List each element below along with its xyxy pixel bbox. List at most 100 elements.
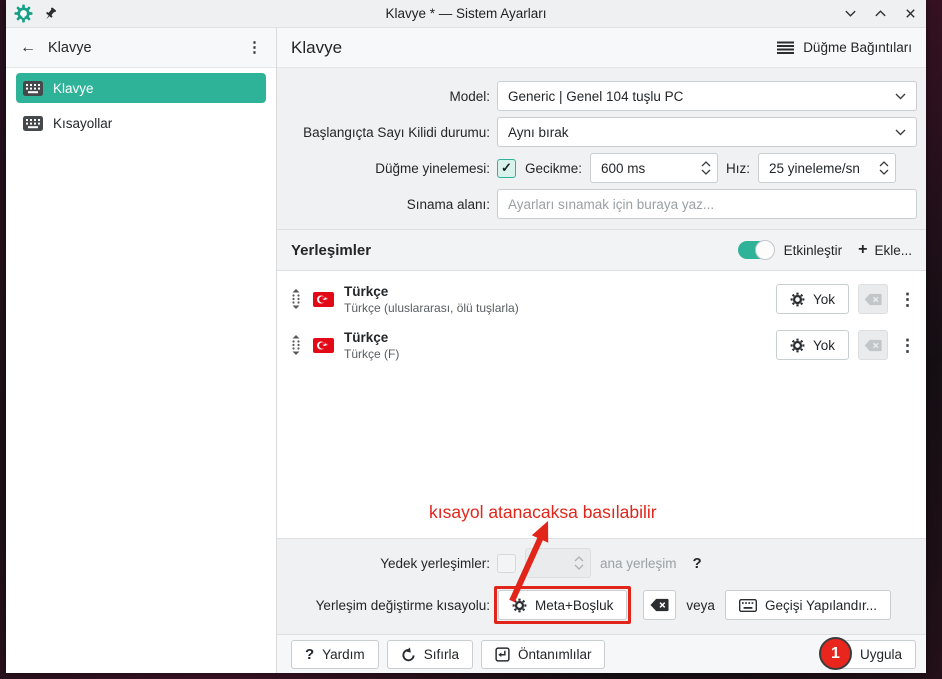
sidebar-menu-icon[interactable]: ⋮ (247, 40, 262, 55)
keyboard-icon (23, 115, 43, 131)
spare-count-spinbox (525, 548, 591, 578)
add-layout-button[interactable]: + Ekle... (858, 242, 912, 258)
close-icon[interactable] (902, 6, 918, 22)
numlock-value: Aynı bırak (508, 124, 569, 140)
spinner-arrows-icon[interactable] (873, 161, 889, 175)
reset-label: Sıfırla (423, 646, 459, 662)
sidebar-item-klavye[interactable]: Klavye (16, 73, 266, 103)
configure-switching-button[interactable]: Geçişi Yapılandır... (724, 590, 892, 620)
test-area-input[interactable] (497, 189, 917, 219)
switch-shortcut-row: Yerleşim değiştirme kısayolu: Meta+Boşlu… (277, 586, 926, 624)
rate-spinbox[interactable]: 25 yineleme/sn (758, 153, 897, 183)
back-arrow-icon[interactable]: ← (20, 39, 36, 57)
rate-value: 25 yineleme/sn (769, 160, 860, 176)
delay-value: 600 ms (601, 160, 646, 176)
system-settings-window: Klavye * — Sistem Ayarları ← Klavye ⋮ Kl… (6, 0, 926, 673)
main-layout-suffix: ana yerleşim (600, 555, 677, 571)
layout-name: Türkçe (344, 283, 389, 299)
main-header: Klavye Düğme Bağıntıları (277, 28, 926, 68)
layouts-list: Türkçe Türkçe (uluslararası, ölü tuşlarl… (277, 271, 926, 538)
spare-layouts-row: Yedek yerleşimler: ana yerleşim ? (277, 548, 926, 578)
turkish-flag-icon (313, 291, 334, 307)
question-icon: ? (305, 645, 315, 663)
layouts-enable-toggle[interactable] (737, 240, 775, 260)
layout-row-turkce-f: Türkçe Türkçe (F) Yok ⋮ (289, 322, 916, 368)
sidebar-title: Klavye (48, 39, 92, 56)
layout-variant: Türkçe (uluslararası, ölü tuşlarla) (344, 300, 519, 315)
add-label: Ekle... (874, 242, 912, 258)
row-menu-icon[interactable]: ⋮ (899, 291, 916, 308)
sidebar-item-kisayollar[interactable]: Kısayollar (16, 108, 266, 138)
chevron-down-icon (895, 129, 906, 136)
spare-layouts-checkbox[interactable] (497, 553, 516, 573)
minimize-icon[interactable] (842, 6, 858, 22)
numlock-combobox[interactable]: Aynı bırak (497, 117, 917, 147)
page-title: Klavye (291, 37, 343, 57)
defaults-icon (495, 646, 510, 662)
drag-handle-icon[interactable] (289, 288, 303, 310)
configure-switching-label: Geçişi Yapılandır... (764, 597, 878, 613)
button-mappings-label: Düğme Bağıntıları (803, 40, 912, 55)
layout-shortcut-button[interactable]: Yok (775, 284, 849, 314)
sidebar-item-label: Klavye (53, 80, 94, 96)
chevron-down-icon (895, 93, 906, 100)
help-button[interactable]: ? Yardım (291, 639, 379, 669)
spinner-arrows-icon[interactable] (695, 161, 711, 175)
layout-name: Türkçe (344, 329, 389, 345)
keyboard-icon (738, 598, 757, 612)
layout-shortcut-label: Yok (812, 291, 835, 307)
main-panel: Klavye Düğme Bağıntıları Model: Generic … (277, 28, 926, 673)
delay-spinbox[interactable]: 600 ms (590, 153, 719, 183)
annotation-text: kısayol atanacaksa basılabilir (429, 502, 657, 522)
button-mappings-button[interactable]: Düğme Bağıntıları (777, 40, 912, 55)
switch-shortcut-label: Yerleşim değiştirme kısayolu: (315, 597, 490, 613)
or-label: veya (686, 597, 715, 613)
clear-shortcut-button (858, 330, 888, 360)
model-value: Generic | Genel 104 tuşlu PC (508, 88, 684, 104)
help-label: Yardım (322, 646, 365, 662)
defaults-button[interactable]: Öntanımlılar (480, 639, 606, 669)
app-icon (14, 4, 33, 23)
window-title: Klavye * — Sistem Ayarları (385, 6, 547, 21)
gear-icon (790, 292, 805, 307)
layout-shortcut-label: Yok (812, 337, 835, 353)
spinner-arrows-icon (568, 556, 584, 570)
layouts-title: Yerleşimler (291, 241, 372, 259)
pin-icon[interactable] (43, 7, 57, 21)
key-repeat-label: Düğme yinelemesi: (375, 160, 490, 176)
titlebar: Klavye * — Sistem Ayarları (6, 0, 926, 28)
sidebar: ← Klavye ⋮ Klavye Kısayollar (6, 28, 277, 673)
numlock-label: Başlangıçta Sayı Kilidi durumu: (303, 124, 490, 140)
switch-shortcut-value: Meta+Boşluk (535, 597, 614, 613)
gear-icon (512, 598, 527, 613)
reset-button[interactable]: Sıfırla (386, 639, 473, 669)
switch-shortcut-button[interactable]: Meta+Boşluk (498, 590, 628, 620)
model-combobox[interactable]: Generic | Genel 104 tuşlu PC (497, 81, 917, 111)
clear-switch-shortcut-button[interactable] (643, 590, 677, 620)
clear-shortcut-button (858, 284, 888, 314)
drag-handle-icon[interactable] (289, 334, 303, 356)
layouts-section-header: Yerleşimler Etkinleştir + Ekle... (277, 229, 926, 271)
key-repeat-checkbox[interactable]: ✓ (497, 158, 516, 178)
gear-icon (790, 338, 805, 353)
row-menu-icon[interactable]: ⋮ (899, 337, 916, 354)
maximize-icon[interactable] (872, 6, 888, 22)
layout-shortcut-button[interactable]: Yok (775, 330, 849, 360)
spare-layouts-label: Yedek yerleşimler: (380, 555, 490, 571)
footer-bar: ? Yardım Sıfırla Öntanımlılar Uygula 1 (277, 634, 926, 673)
help-icon[interactable]: ? (693, 555, 702, 572)
test-area-label: Sınama alanı: (406, 196, 490, 212)
bottom-settings: Yedek yerleşimler: ana yerleşim ? Yerleş… (277, 538, 926, 634)
layout-row-turkce-intl: Türkçe Türkçe (uluslararası, ölü tuşlarl… (289, 276, 916, 322)
defaults-label: Öntanımlılar (517, 646, 592, 662)
sidebar-header: ← Klavye ⋮ (6, 28, 276, 68)
layout-variant: Türkçe (F) (344, 346, 400, 361)
turkish-flag-icon (313, 337, 334, 353)
apply-label: Uygula (859, 646, 902, 662)
sidebar-list: Klavye Kısayollar (6, 68, 276, 148)
annotation-step-badge: 1 (819, 637, 852, 670)
hamburger-icon (777, 41, 795, 55)
model-label: Model: (449, 88, 490, 104)
delay-label: Gecikme: (525, 160, 583, 176)
enable-label: Etkinleştir (783, 242, 843, 258)
